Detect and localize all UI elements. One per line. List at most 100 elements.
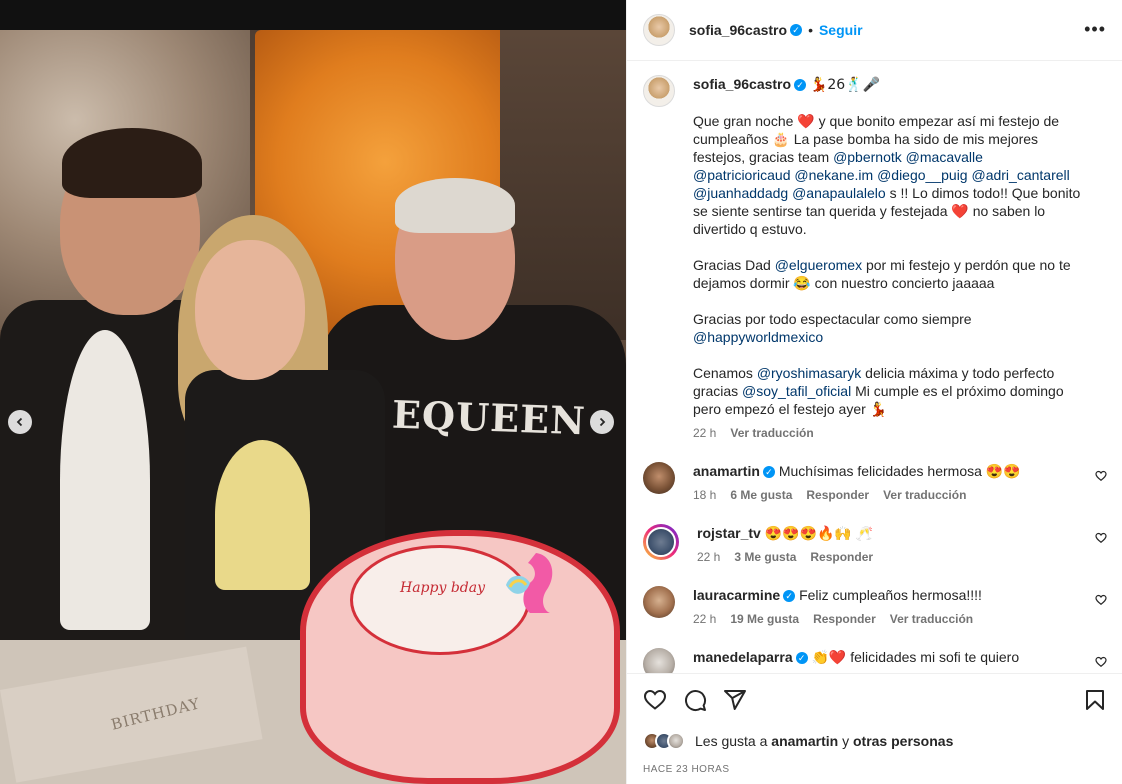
caption-paragraph: Cenamos @ryoshimasaryk delicia máxima y … [693,364,1081,418]
translate-link[interactable]: Ver traducción [890,612,973,626]
commenter-avatar[interactable] [643,648,675,673]
caption-time[interactable]: 22 h [693,426,716,440]
translate-link[interactable]: Ver traducción [883,488,966,502]
verified-icon: ✓ [790,24,803,36]
comment-likes[interactable]: 19 Me gusta [730,612,799,626]
comment-row: rojstar_tv 😍😍😍🔥🙌 🥂 22 h 3 Me gusta Respo… [643,524,1107,564]
reply-button[interactable]: Responder [813,612,876,626]
comment-meta: 18 h 6 Me gusta Responder Ver traducción [693,488,1081,502]
caption-paragraph: Gracias Dad @elgueromex por mi festejo y… [693,256,1081,292]
heart-icon[interactable] [643,688,667,712]
likes-and: y [842,733,850,749]
comment-row: lauracarmine ✓ Feliz cumpleaños hermosa!!… [643,586,1107,626]
caption-avatar[interactable] [643,75,675,107]
comment-text: rojstar_tv 😍😍😍🔥🙌 🥂 [697,524,1081,542]
mention-link[interactable]: @happyworldmexico [693,329,823,345]
caption-emojis: 💃26🕺🎤 [809,77,881,93]
likes-text: Les gusta a anamartin y otras personas [695,733,953,749]
post-photo: EQUEEN BIRTHDAY Happy bday [0,0,626,784]
mention-link[interactable]: @elgueromex [775,257,862,273]
man-left-hair [62,128,202,198]
mention-link[interactable]: @macavalle [906,149,983,165]
verified-icon: ✓ [795,652,808,665]
comment-body: manedelaparra ✓ 👏❤️ felicidades mi sofi t… [693,648,1107,673]
comment-time[interactable]: 22 h [693,612,716,626]
commenter-username[interactable]: manedelaparra [693,649,793,665]
likes-prefix: Les gusta a [695,733,768,749]
verified-icon: ✓ [762,466,775,479]
mention-link[interactable]: @pbernotk [833,149,902,165]
commenter-username[interactable]: anamartin [693,463,760,479]
like-comment-heart-icon[interactable] [1095,594,1107,606]
more-icon[interactable]: ••• [1084,20,1106,38]
share-icon[interactable] [723,688,747,712]
commenter-avatar[interactable] [646,527,676,557]
chevron-right-icon [599,417,606,427]
liker-avatar[interactable] [667,732,685,750]
mention-link[interactable]: @juanhaddadg [693,185,788,201]
author-avatar[interactable] [643,14,675,46]
comment-likes[interactable]: 3 Me gusta [734,550,796,564]
comment-icon[interactable] [683,688,707,712]
story-ring[interactable] [643,524,679,560]
mention-link[interactable]: @patricioricaud [693,167,790,183]
next-photo-button[interactable] [590,410,614,434]
like-comment-heart-icon[interactable] [1095,532,1107,544]
reply-button[interactable]: Responder [810,550,873,564]
comment-content: 😍😍😍🔥🙌 🥂 [764,525,874,541]
comment-row: anamartin ✓ Muchísimas felicidades hermos… [643,462,1107,502]
woman-head [195,240,305,380]
caption-body: sofia_96castro ✓ 💃26🕺🎤 Que gran noche ❤️ … [693,75,1107,440]
post-timestamp[interactable]: HACE 23 HORAS [643,764,1107,775]
like-comment-heart-icon[interactable] [1095,656,1107,668]
comment-time[interactable]: 22 h [697,550,720,564]
separator-dot: • [808,22,813,38]
caption-text-segment: Gracias Dad [693,257,775,273]
comment-meta: 22 h 3 Me gusta Responder [697,550,1081,564]
mention-link[interactable]: @anapaulalelo [792,185,886,201]
caption-first-line: sofia_96castro ✓ 💃26🕺🎤 [693,75,1081,94]
commenter-avatar[interactable] [643,462,675,494]
commenter-username[interactable]: lauracarmine [693,587,780,603]
caption-translate-link[interactable]: Ver traducción [730,426,813,440]
room-background [500,30,626,340]
mention-link[interactable]: @soy_tafil_oficial [742,383,851,399]
woman-sweater [215,440,310,590]
comment-time[interactable]: 18 h [693,488,716,502]
comment-body: rojstar_tv 😍😍😍🔥🙌 🥂 22 h 3 Me gusta Respo… [697,524,1107,564]
comment-body: anamartin ✓ Muchísimas felicidades hermos… [693,462,1107,502]
author-info: sofia_96castro ✓ • Seguir [689,22,863,38]
mention-link[interactable]: @diego__puig [877,167,968,183]
likes-user-link[interactable]: anamartin [771,733,838,749]
comment-likes[interactable]: 6 Me gusta [730,488,792,502]
follow-button[interactable]: Seguir [819,22,863,38]
comment-content: Muchísimas felicidades hermosa 😍😍 [778,463,1021,479]
comment-row: manedelaparra ✓ 👏❤️ felicidades mi sofi t… [643,648,1107,673]
man-right-hair [395,178,515,233]
commenter-username[interactable]: rojstar_tv [697,525,761,541]
caption-paragraphs: Que gran noche ❤️ y que bonito empezar a… [693,112,1081,418]
comment-body: lauracarmine ✓ Feliz cumpleaños hermosa!!… [693,586,1107,626]
sweater-lettering: EQUEEN [391,391,587,444]
caption-text: sofia_96castro ✓ 💃26🕺🎤 Que gran noche ❤️ … [693,75,1081,418]
author-username[interactable]: sofia_96castro [689,22,787,38]
reply-button[interactable]: Responder [806,488,869,502]
chevron-left-icon [16,417,23,427]
commenter-avatar[interactable] [643,586,675,618]
caption-username[interactable]: sofia_96castro [693,76,791,92]
verified-icon: ✓ [783,590,796,603]
mention-link[interactable]: @ryoshimasaryk [757,365,861,381]
previous-photo-button[interactable] [8,410,32,434]
post-actions: Les gusta a anamartin y otras personas H… [627,673,1122,784]
save-icon[interactable] [1083,688,1107,712]
like-comment-heart-icon[interactable] [1095,470,1107,482]
post-header: sofia_96castro ✓ • Seguir ••• [627,0,1122,61]
mention-link[interactable]: @nekane.im [794,167,873,183]
mention-link[interactable]: @adri_cantarell [971,167,1069,183]
liker-avatars [643,732,685,750]
comments-list[interactable]: sofia_96castro ✓ 💃26🕺🎤 Que gran noche ❤️ … [627,61,1122,673]
caption-text-segment: Cenamos [693,365,757,381]
photo-top-edge [0,0,626,30]
likes-others-link[interactable]: otras personas [853,733,953,749]
caption: sofia_96castro ✓ 💃26🕺🎤 Que gran noche ❤️ … [643,75,1107,440]
